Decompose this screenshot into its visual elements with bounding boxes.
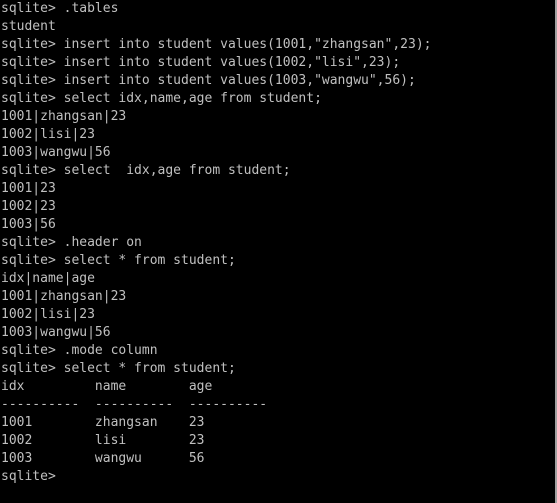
terminal-line: idx name age [1,379,213,394]
terminal-line: 1003|wangwu|56 [1,145,111,160]
terminal-line: ---------- ---------- ---------- [1,397,268,412]
terminal-line: sqlite> select idx,name,age from student… [1,91,322,106]
terminal-line: 1001|23 [1,181,56,196]
terminal-line: sqlite> select idx,age from student; [1,163,291,178]
terminal-window[interactable]: sqlite> .tables student sqlite> insert i… [0,0,555,503]
terminal-line: sqlite> insert into student values(1001,… [1,37,432,52]
terminal-line: sqlite> insert into student values(1003,… [1,73,416,88]
terminal-line: 1002|lisi|23 [1,307,95,322]
terminal-line: 1001 zhangsan 23 [1,415,205,430]
terminal-line: 1001|zhangsan|23 [1,289,127,304]
terminal-line: sqlite> select * from student; [1,253,236,268]
terminal-line: idx|name|age [1,271,95,286]
terminal-prompt-line[interactable]: sqlite> [1,468,555,486]
terminal-line: 1003 wangwu 56 [1,451,205,466]
terminal-line: sqlite> select * from student; [1,361,236,376]
terminal-line: sqlite> .tables [1,1,119,16]
terminal-line: sqlite> .header on [1,235,142,250]
terminal-line: 1002|lisi|23 [1,127,95,142]
terminal-line: 1003|wangwu|56 [1,325,111,340]
terminal-line: 1003|56 [1,217,56,232]
terminal-line: sqlite> .mode column [1,343,158,358]
terminal-line: 1002|23 [1,199,56,214]
terminal-line: 1001|zhangsan|23 [1,109,127,124]
terminal-line: 1002 lisi 23 [1,433,205,448]
terminal-line: sqlite> insert into student values(1002,… [1,55,401,70]
terminal-line: student [1,19,56,34]
